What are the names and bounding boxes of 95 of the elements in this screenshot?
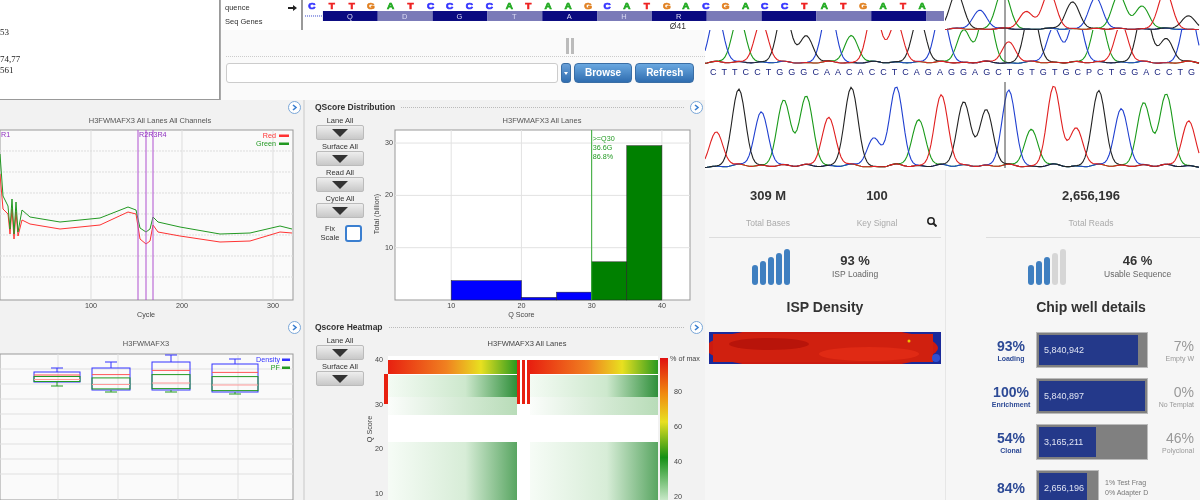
- base-letter: C: [308, 0, 316, 11]
- stat-value: 100: [866, 187, 888, 205]
- expand-button[interactable]: [288, 100, 301, 114]
- percent-value: 0%: [1173, 383, 1194, 400]
- base-letter: C: [702, 0, 710, 11]
- checkbox[interactable]: [345, 224, 362, 242]
- dropdown-button[interactable]: [316, 345, 364, 360]
- leader-line: [304, 15, 323, 17]
- value-text: 74,77: [0, 54, 22, 65]
- base-letter: A: [387, 0, 395, 11]
- value-text: 561: [0, 65, 15, 76]
- chevron-icon: [291, 103, 298, 111]
- percent-value: 84%: [996, 480, 1026, 497]
- dropdown-button[interactable]: [316, 151, 364, 166]
- percent-value: 54%: [996, 429, 1026, 446]
- caret-icon: [332, 348, 348, 357]
- count-text: 2,656,196: [1044, 481, 1085, 495]
- base-letter: C: [780, 0, 789, 11]
- stat-value: 2,656,196: [1062, 187, 1120, 205]
- base-letter: G: [663, 0, 671, 11]
- chevron-icon: [693, 103, 700, 111]
- value-text: 53: [0, 27, 10, 38]
- stat-label: Key Signal: [856, 216, 898, 230]
- zoom-icon[interactable]: [927, 217, 937, 228]
- stat-value: 46 %: [1122, 253, 1153, 268]
- caret-icon: [332, 180, 348, 189]
- dropdown-button[interactable]: [316, 177, 364, 192]
- signal-bars-icon: [752, 249, 792, 286]
- base-letter: G: [584, 0, 592, 11]
- base-letter: A: [879, 0, 887, 11]
- arrow-icon[interactable]: [288, 5, 297, 11]
- chevron-icon: [291, 323, 298, 331]
- base-letter: T: [840, 0, 847, 11]
- base-letter: C: [427, 0, 435, 11]
- percent-value: 100%: [992, 383, 1030, 400]
- count-text: 3,165,211: [1044, 435, 1084, 449]
- dropdown-button[interactable]: [316, 371, 364, 386]
- base-letter: G: [721, 0, 730, 11]
- base-letter: A: [564, 0, 572, 11]
- caret-icon: [332, 128, 348, 137]
- percent-value: 7%: [1173, 337, 1194, 354]
- base-letter: A: [505, 0, 513, 11]
- base-letter: G: [366, 0, 375, 11]
- base-letter: T: [328, 0, 335, 11]
- dropdown-button[interactable]: [316, 125, 364, 140]
- section-title: ISP Density: [785, 298, 865, 318]
- caret-icon: [332, 206, 348, 215]
- caret-icon: [332, 374, 348, 383]
- stat-value: 93 %: [840, 253, 870, 268]
- caret-icon: [564, 71, 568, 75]
- expand-button[interactable]: [690, 100, 703, 114]
- refresh-button[interactable]: Refresh: [635, 63, 695, 83]
- base-letter: T: [348, 0, 355, 11]
- base-letter: C: [465, 0, 474, 11]
- caret-icon: [332, 154, 348, 163]
- base-letter: A: [682, 0, 690, 11]
- expand-button[interactable]: [690, 320, 703, 334]
- base-sequence: CTTCCTGGGCAACACCTCAGAGGAGCTGTGTGCPCTGGACCTG: [710, 67, 1195, 77]
- base-letter: T: [801, 0, 808, 11]
- percent-value: 93%: [996, 337, 1026, 354]
- stat-label: Total Reads: [1068, 216, 1114, 230]
- panel-title: QScore Distribution: [315, 100, 396, 114]
- heatmap-band: [522, 360, 525, 404]
- path-field[interactable]: [226, 63, 558, 83]
- base-letter: A: [820, 0, 828, 11]
- stat-label: Total Bases: [746, 216, 790, 230]
- browse-button[interactable]: Browse: [574, 63, 633, 83]
- base-letter: C: [760, 0, 769, 11]
- base-letter: T: [900, 0, 907, 11]
- base-letter: T: [407, 0, 414, 11]
- dropdown-button[interactable]: [561, 63, 571, 83]
- stat-label: ISP Loading: [832, 267, 879, 281]
- base-letter: A: [623, 0, 631, 11]
- base-letter: A: [918, 0, 926, 11]
- base-letter: C: [445, 0, 454, 11]
- stat-value: 309 M: [749, 187, 787, 205]
- percent-value: 46%: [1165, 429, 1194, 446]
- section-title: Chip well details: [1035, 298, 1147, 318]
- base-letter: A: [544, 0, 552, 11]
- feature-label: Ø41: [669, 21, 686, 30]
- base-letter: T: [525, 0, 532, 11]
- stat-label: Usable Sequence: [1104, 267, 1172, 281]
- base-letter: C: [603, 0, 611, 11]
- chevron-icon: [693, 323, 700, 331]
- base-letter: T: [643, 0, 650, 11]
- count-text: 5,840,942: [1044, 343, 1085, 357]
- grip-icon[interactable]: [566, 38, 574, 54]
- dropdown-button[interactable]: [316, 203, 364, 218]
- count-text: 5,840,897: [1044, 389, 1085, 403]
- base-letter: C: [485, 0, 493, 11]
- expand-button[interactable]: [288, 320, 301, 334]
- base-letter: A: [742, 0, 750, 11]
- panel-title: Qscore Heatmap: [315, 320, 383, 334]
- signal-bars-icon: [1028, 249, 1068, 286]
- base-letter: G: [859, 0, 868, 11]
